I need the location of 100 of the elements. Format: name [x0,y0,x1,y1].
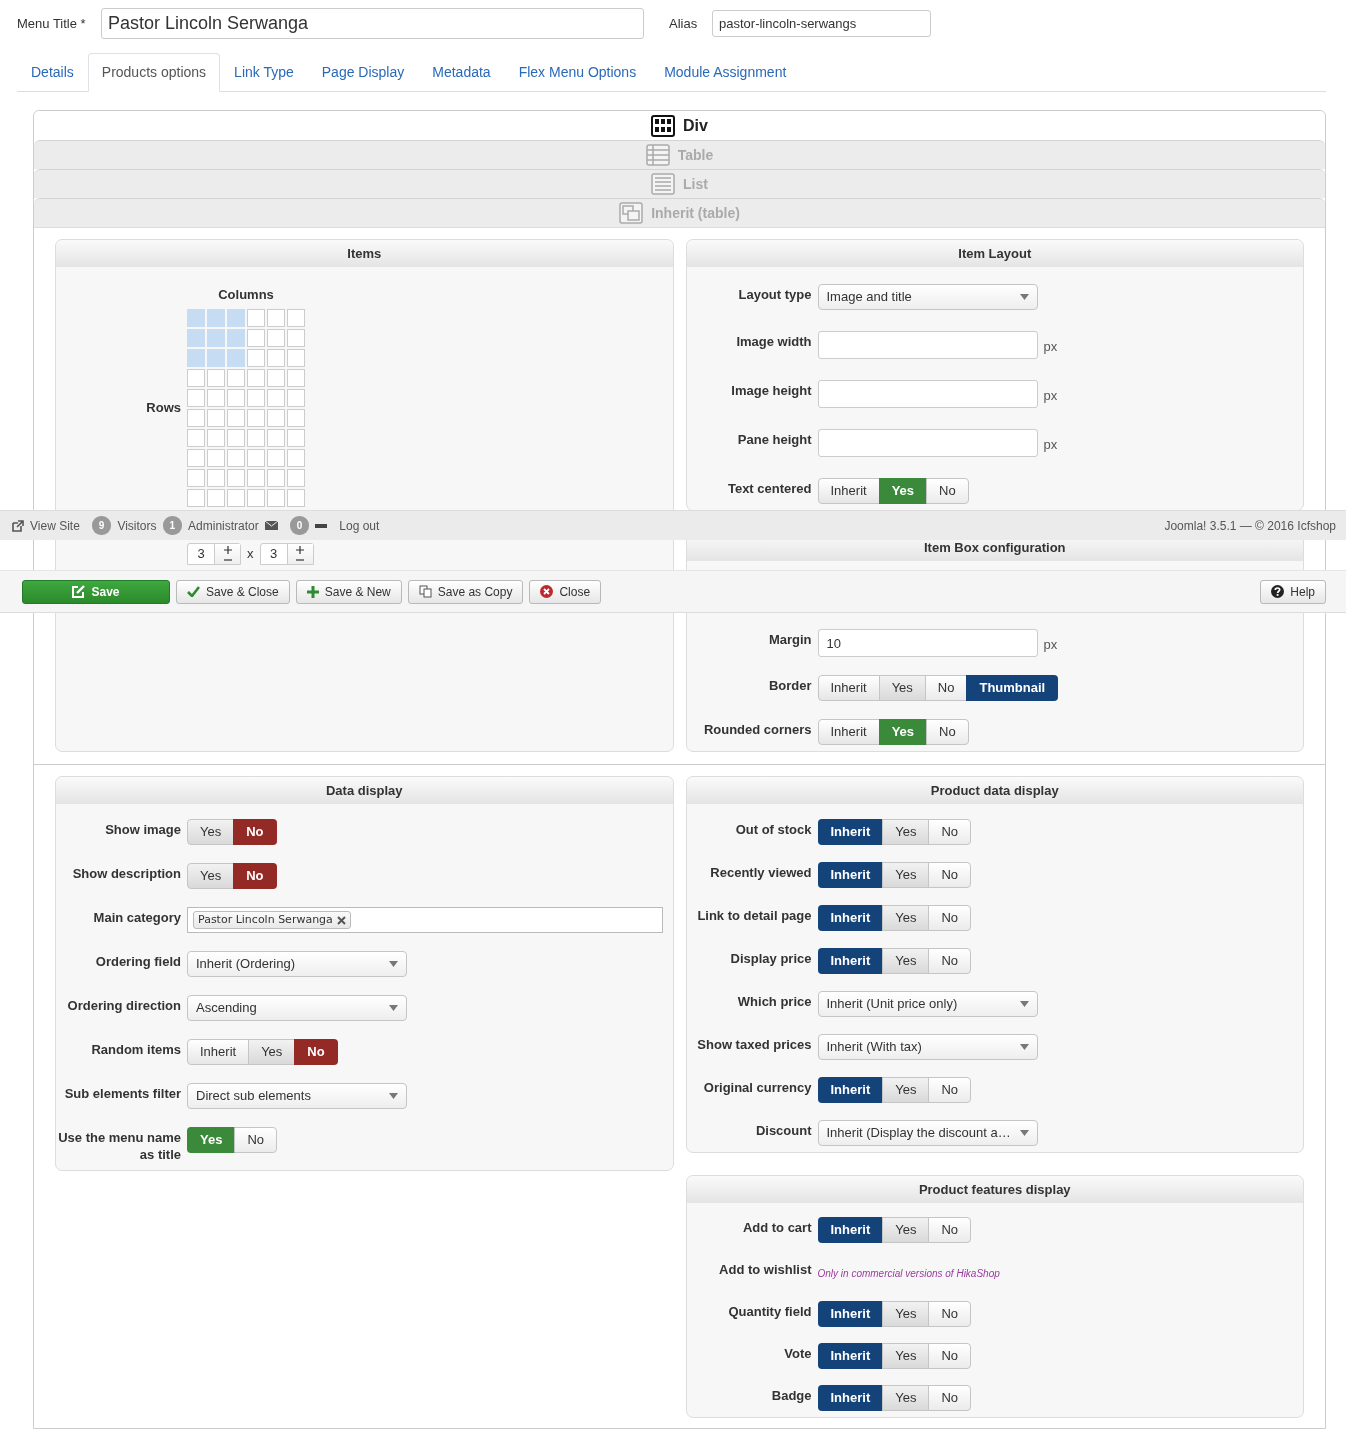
toggle-option[interactable]: No [926,719,969,745]
toggle-option[interactable]: Yes [248,1039,296,1065]
toggle-option[interactable]: Inherit [817,719,880,745]
toolbar-button[interactable]: Save & Close [176,579,290,604]
grid-cell[interactable] [227,408,245,427]
grid-cell[interactable] [187,308,205,327]
grid-cell[interactable] [247,408,265,427]
toggle-option[interactable]: Inherit [817,478,880,504]
toggle-option[interactable]: Yes [882,1343,930,1369]
grid-cell[interactable] [247,488,265,507]
grid-cell[interactable] [267,328,285,347]
grid-cell[interactable] [267,488,285,507]
toolbar-button[interactable]: Save as Copy [407,579,524,604]
grid-cell[interactable] [227,488,245,507]
toggle-option[interactable]: No [294,1039,338,1065]
grid-cell[interactable] [267,308,285,327]
dropdown[interactable]: Inherit (Ordering) [187,951,407,977]
grid-cell[interactable] [267,348,285,367]
toggle-option[interactable]: Yes [882,1077,930,1103]
grid-cell[interactable] [207,488,225,507]
toggle-option[interactable]: Yes [878,478,928,504]
grid-cell[interactable] [287,428,305,447]
text-field[interactable] [817,429,1038,457]
grid-cell[interactable] [287,408,305,427]
toggle-option[interactable]: No [928,1385,972,1411]
tab[interactable]: Flex Menu Options [504,53,651,92]
tag-field[interactable]: Pastor Lincoln Serwanga [187,907,663,933]
grid-cell[interactable] [187,428,205,447]
toggle-option[interactable]: Inherit [817,1343,884,1369]
grid-cell[interactable] [247,368,265,387]
grid-cell[interactable] [247,388,265,407]
grid-cell[interactable] [227,368,245,387]
toggle-option[interactable]: No [928,1077,972,1103]
grid-cell[interactable] [187,408,205,427]
text-field[interactable]: 10 [817,629,1038,657]
grid-cell[interactable] [207,328,225,347]
grid-cell[interactable] [207,368,225,387]
grid-cell[interactable] [287,388,305,407]
grid-cell[interactable] [187,468,205,487]
toggle-option[interactable]: Inherit [817,1385,884,1411]
toolbar-button[interactable]: Close [529,579,602,604]
dropdown[interactable]: Image and title [817,284,1038,310]
title-field[interactable]: Pastor Lincoln Serwanga [101,8,644,39]
grid-cell[interactable] [247,428,265,447]
grid-cell[interactable] [227,428,245,447]
grid-cell[interactable] [227,388,245,407]
grid-cell[interactable] [267,468,285,487]
layout-option[interactable]: Div [34,111,1325,140]
tab[interactable]: Products options [87,53,221,92]
toggle-option[interactable]: Inherit [817,675,880,701]
grid-cell[interactable] [287,448,305,467]
grid-cell[interactable] [247,468,265,487]
grid-cell[interactable] [247,348,265,367]
grid-cell[interactable] [207,408,225,427]
grid-cell[interactable] [207,388,225,407]
toggle-option[interactable]: Inherit [817,819,884,845]
grid-cell[interactable] [227,328,245,347]
number-field[interactable]: 3 [259,542,314,565]
tab[interactable]: Metadata [418,53,505,92]
toggle-option[interactable]: Yes [882,1217,930,1243]
toggle-option[interactable]: Inherit [817,905,884,931]
grid-cell[interactable] [227,448,245,467]
toolbar-button[interactable]: Save [22,579,170,604]
toggle-option[interactable]: Yes [882,862,930,888]
grid-cell[interactable] [187,348,205,367]
toggle-option[interactable]: No [928,819,972,845]
toggle-option[interactable]: No [234,1127,278,1153]
toggle-option[interactable]: No [928,1301,972,1327]
grid-cell[interactable] [247,308,265,327]
tab[interactable]: Details [17,53,88,92]
dropdown[interactable]: Ascending [187,995,407,1021]
toggle-option[interactable]: No [233,863,277,889]
toggle-option[interactable]: Yes [882,948,930,974]
grid-cell[interactable] [287,368,305,387]
dropdown[interactable]: Inherit (With tax) [817,1034,1038,1060]
dropdown[interactable]: Inherit (Display the discount a… [817,1120,1038,1146]
grid-cell[interactable] [207,448,225,467]
toggle-option[interactable]: Yes [882,1385,930,1411]
grid-cell[interactable] [287,348,305,367]
grid-cell[interactable] [287,308,305,327]
grid-cell[interactable] [267,408,285,427]
dropdown[interactable]: Direct sub elements [187,1083,407,1109]
grid-cell[interactable] [267,368,285,387]
toggle-option[interactable]: Inherit [187,1039,250,1065]
view-site-link[interactable]: View Site [30,516,80,535]
toggle-option[interactable]: Inherit [817,1217,884,1243]
grid-cell[interactable] [287,468,305,487]
toggle-option[interactable]: Yes [187,819,235,845]
dropdown[interactable]: Inherit (Unit price only) [817,991,1038,1017]
grid-cell[interactable] [267,388,285,407]
toggle-option[interactable]: Inherit [817,1077,884,1103]
toggle-option[interactable]: Yes [878,719,928,745]
toggle-option[interactable]: Yes [882,819,930,845]
grid-cell[interactable] [187,388,205,407]
toggle-option[interactable]: Yes [882,905,930,931]
toggle-option[interactable]: Inherit [817,948,884,974]
toggle-option[interactable]: No [928,862,972,888]
number-field[interactable]: 3 [187,542,241,565]
toggle-option[interactable]: Yes [878,675,926,701]
grid-cell[interactable] [287,328,305,347]
